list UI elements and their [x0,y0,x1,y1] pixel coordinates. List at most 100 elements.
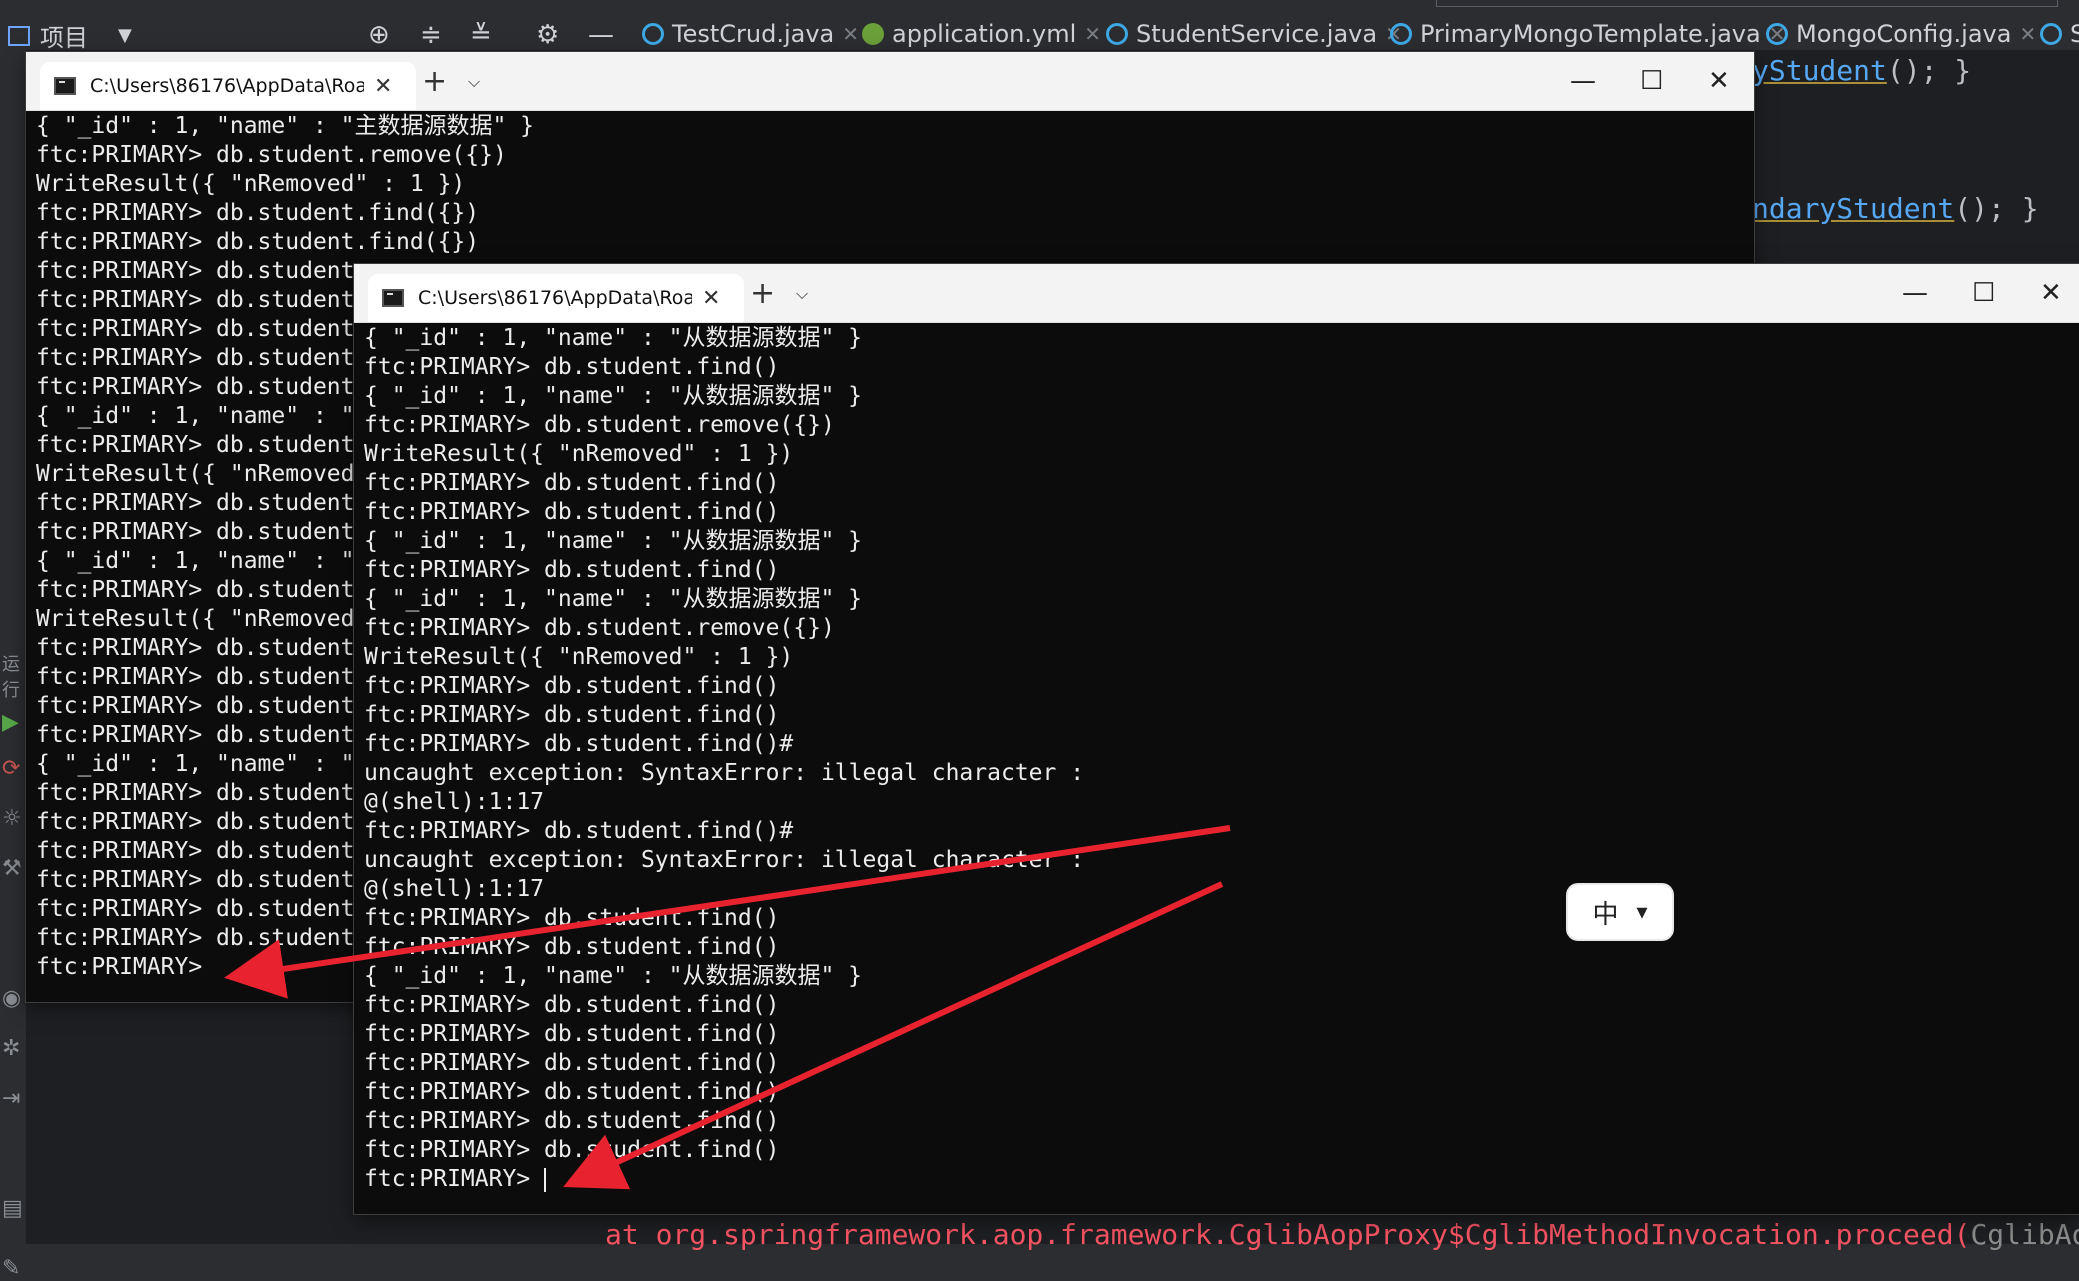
dropdown-icon[interactable]: ⌵ [796,284,808,304]
close-icon[interactable]: ✕ [2019,22,2036,46]
terminal-line-text: ftc:PRIMARY> db.student [36,432,355,458]
close-icon[interactable]: ✕ [842,22,859,46]
wrench-icon[interactable]: ⚒ [2,856,22,881]
terminal-line-text: { "_id" : 1, "name" : " [36,403,355,429]
terminal-line-text: ftc:PRIMARY> db.student.remove({}) [36,142,507,168]
maximize-button[interactable]: ☐ [1972,278,1995,308]
terminal-tab[interactable]: C:\Users\86176\AppData\Roai ✕ [368,274,744,322]
code-rest: (); } [1954,192,2039,225]
close-tab-icon[interactable]: ✕ [374,74,392,99]
tab-application-yml[interactable]: application.yml ✕ [862,18,1101,50]
camera-icon[interactable]: ◉ [2,986,21,1011]
terminal-output[interactable]: { "_id" : 1, "name" : "从数据源数据" } ftc:PRIM… [364,324,2079,1214]
run-label: 运行 [2,654,20,701]
tab-label: MongoConfig.java [1796,20,2012,48]
expand-all-icon[interactable]: ≑ [420,20,442,50]
terminal-line: { "_id" : 1, "name" : "从数据源数据" } [364,585,2079,614]
terminal-line-text: ftc:PRIMARY> db.student [36,345,355,371]
rerun-icon[interactable]: ⟳ [2,756,20,781]
tab-studentservice[interactable]: StudentService.java ✕ [1106,18,1402,50]
terminal-line: ftc:PRIMARY> db.student.find() [364,469,2079,498]
terminal-line-text: ftc:PRIMARY> db.student [36,374,355,400]
pin-icon[interactable]: ✎ [2,1256,20,1281]
terminal-line: { "_id" : 1, "name" : "从数据源数据" } [364,527,2079,556]
terminal-line-text: uncaught exception: SyntaxError: illegal… [364,847,1085,873]
minimize-button[interactable]: — [1902,278,1928,308]
terminal-line: ftc:PRIMARY> db.student.find() [364,498,2079,527]
terminal-line-text: WriteResult({ "nRemoved" : 1 }) [36,171,466,197]
terminal-line-text: ftc:PRIMARY> [364,1166,545,1192]
titlebar[interactable]: C:\Users\86176\AppData\Roai ✕ + ⌵ — ☐ ✕ [354,264,2079,323]
exit-icon[interactable]: ⇥ [2,1086,20,1111]
tab-mongoconfig[interactable]: MongoConfig.java ✕ [1766,18,2036,50]
ime-indicator[interactable]: 中 ▾ [1568,885,1672,939]
terminal-line-text: ftc:PRIMARY> db.student.find() [364,557,780,583]
tab-label: PrimaryMongoTemplate.java [1420,20,1761,48]
terminal-line-text: ftc:PRIMARY> db.student.find() [364,1079,780,1105]
close-tab-icon[interactable]: ✕ [702,286,720,311]
terminal-line: WriteResult({ "nRemoved" : 1 }) [364,440,2079,469]
terminal-icon [54,77,76,95]
new-tab-button[interactable]: + [422,64,447,99]
gear-icon[interactable]: ⚙ [536,20,559,50]
terminal-line: ftc:PRIMARY> [364,1165,2079,1194]
terminal-line-text: { "_id" : 1, "name" : "从数据源数据" } [364,528,863,554]
terminal-line-text: ftc:PRIMARY> db.student.find() [364,905,780,931]
settings-icon[interactable]: ✲ [2,1036,20,1061]
run-icon[interactable]: ▶ [2,710,19,735]
tab-label: application.yml [892,20,1077,48]
terminal-line-text: ftc:PRIMARY> db.student [36,577,355,603]
terminal-line: ftc:PRIMARY> db.student.remove({}) [364,614,2079,643]
dropdown-icon[interactable]: ⌵ [468,72,480,92]
terminal-line-text: ftc:PRIMARY> db.student.find()# [364,731,794,757]
layout-icon[interactable]: ▤ [2,1196,23,1221]
terminal-line: ftc:PRIMARY> db.student.find() [364,904,2079,933]
project-view-button[interactable]: 项目 ▼ [8,18,132,53]
debug-icon[interactable]: ☼ [2,806,22,831]
terminal-line-text: ftc:PRIMARY> db.student.find() [364,934,780,960]
shirt-icon[interactable]: ▾ [1636,900,1647,925]
close-icon[interactable]: ✕ [1084,22,1101,46]
class-icon [1106,23,1128,45]
tab-label: S [2070,20,2079,48]
terminal-line-text: ftc:PRIMARY> db.student.find() [364,354,780,380]
close-button[interactable]: ✕ [1708,66,1730,96]
terminal-line-text: ftc:PRIMARY> db.student.find()# [364,818,794,844]
terminal-line-text: ftc:PRIMARY> db.student [36,519,355,545]
project-icon [8,25,30,46]
stack-trace-line: at org.springframework.aop.framework.Cgl… [605,1218,2079,1251]
close-button[interactable]: ✕ [2040,278,2062,308]
terminal-line-text: ftc:PRIMARY> db.student.find() [364,499,780,525]
tab-primarymongotemplate[interactable]: PrimaryMongoTemplate.java ✕ [1390,18,1785,50]
terminal-line: @(shell):1:17 [364,875,2079,904]
terminal-line-text: ftc:PRIMARY> db.student [36,867,355,893]
yaml-icon [862,23,884,45]
terminal-line-text: { "_id" : 1, "name" : "从数据源数据" } [364,325,863,351]
terminal-line-text: ftc:PRIMARY> db.student [36,809,355,835]
terminal-window-secondary[interactable]: C:\Users\86176\AppData\Roai ✕ + ⌵ — ☐ ✕ … [354,264,2079,1214]
minimize-button[interactable]: — [1570,66,1596,96]
terminal-line-text: WriteResult({ "nRemoved" : 1 }) [364,441,794,467]
tab-testcrud[interactable]: TestCrud.java ✕ [642,18,860,53]
maximize-button[interactable]: ☐ [1640,66,1663,96]
terminal-line: { "_id" : 1, "name" : "从数据源数据" } [364,962,2079,991]
locate-icon[interactable]: ⊕ [368,20,390,50]
terminal-line-text: ftc:PRIMARY> db.student [36,722,355,748]
terminal-line-text: ftc:PRIMARY> [36,954,203,980]
hide-icon[interactable]: — [588,20,614,50]
ide-left-toolbar: 运行 ▶ ⟳ ☼ ⚒ ◉ ✲ ⇥ ▤ ✎ [0,50,27,1281]
collapse-all-icon[interactable]: ≚ [470,20,492,50]
titlebar[interactable]: C:\Users\86176\AppData\Roai ✕ + ⌵ — ☐ ✕ [26,52,1754,111]
new-tab-button[interactable]: + [750,276,775,311]
class-icon [2040,23,2062,45]
terminal-tab[interactable]: C:\Users\86176\AppData\Roai ✕ [40,62,416,110]
ime-mode-label[interactable]: 中 [1592,894,1618,931]
terminal-line-text: ftc:PRIMARY> db.student [36,693,355,719]
tab-overflow[interactable]: S [2040,18,2079,50]
terminal-line-text: @(shell):1:17 [364,876,545,902]
terminal-line: ftc:PRIMARY> db.student.find() [364,1020,2079,1049]
terminal-line-text: ftc:PRIMARY> db.student [36,896,355,922]
terminal-line-text: ftc:PRIMARY> db.student.find() [364,1050,780,1076]
terminal-line-text: ftc:PRIMARY> db.student [36,635,355,661]
tab-label: TestCrud.java [672,20,835,48]
